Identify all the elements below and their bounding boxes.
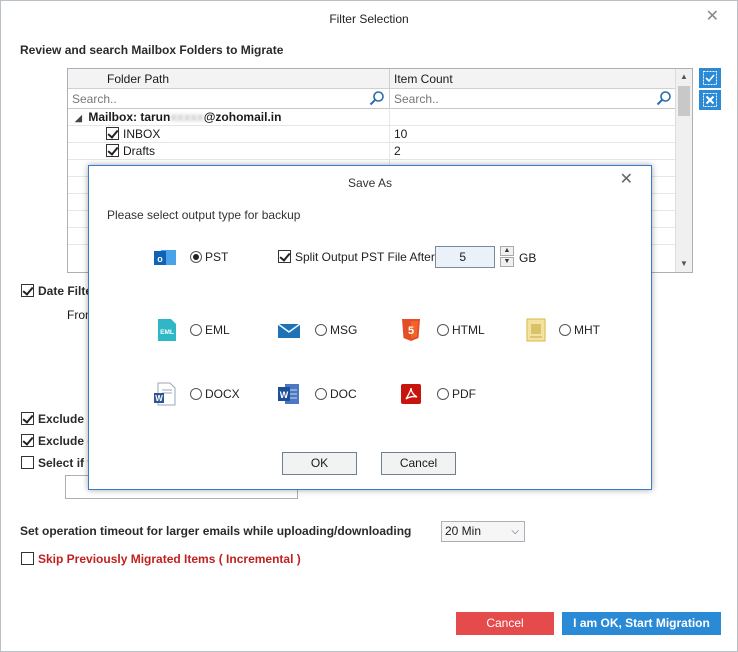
pst-radio[interactable]	[190, 251, 202, 263]
count-search-input[interactable]: Search..	[390, 89, 676, 109]
exclude-checkbox-1[interactable]	[21, 412, 34, 425]
select-if-checkbox[interactable]	[21, 456, 34, 469]
save-as-dialog: Save As ✕ Please select output type for …	[88, 165, 652, 490]
ok-button[interactable]: OK	[282, 452, 357, 475]
split-label: Split Output PST File After:	[295, 250, 439, 264]
window-close-icon[interactable]: ✕	[706, 6, 719, 26]
doc-label: DOC	[330, 387, 357, 401]
msg-envelope-icon	[277, 323, 301, 338]
date-filter-option[interactable]: Date Filter	[21, 284, 97, 298]
folder-checkbox[interactable]	[106, 127, 119, 140]
docx-label: DOCX	[205, 387, 240, 401]
mht-radio[interactable]	[559, 324, 571, 336]
grid-scrollbar[interactable]: ▲ ▼	[675, 69, 692, 272]
doc-radio[interactable]	[315, 388, 327, 400]
collapse-triangle-icon[interactable]: ◢	[75, 110, 85, 127]
eml-label: EML	[205, 323, 230, 337]
pdf-radio[interactable]	[437, 388, 449, 400]
msg-label: MSG	[330, 323, 358, 337]
folder-search-input[interactable]: Search..	[68, 89, 390, 109]
pdf-label: PDF	[452, 387, 476, 401]
mht-label: MHT	[574, 323, 600, 337]
folder-name: Drafts	[123, 144, 156, 158]
folder-checkbox[interactable]	[106, 144, 119, 157]
skip-migrated-checkbox[interactable]	[21, 552, 34, 565]
dialog-close-icon[interactable]: ✕	[620, 169, 633, 189]
dialog-prompt: Please select output type for backup	[107, 208, 301, 222]
folder-count: 2	[394, 144, 401, 158]
eml-radio[interactable]	[190, 324, 202, 336]
dialog-cancel-button[interactable]: Cancel	[381, 452, 456, 475]
folder-count: 10	[394, 127, 408, 141]
docx-file-icon: W	[154, 382, 176, 406]
uncheck-all-icon	[703, 93, 717, 107]
dialog-title: Save As	[347, 176, 393, 190]
folder-search-placeholder: Search..	[72, 92, 117, 106]
chevron-down-icon: ⌵	[511, 526, 519, 537]
search-icon[interactable]	[369, 90, 385, 106]
scroll-down-icon[interactable]: ▼	[676, 256, 692, 272]
svg-text:EML: EML	[160, 329, 174, 336]
mailbox-row[interactable]: ◢ Mailbox: tarunxxxxx@zohomail.in	[68, 109, 676, 126]
select-all-button[interactable]	[699, 68, 721, 88]
msg-radio[interactable]	[315, 324, 327, 336]
mailbox-label: Mailbox: tarun	[88, 110, 171, 124]
timeout-label: Set operation timeout for larger emails …	[20, 524, 412, 538]
exclude-checkbox-2[interactable]	[21, 434, 34, 447]
svg-text:o: o	[157, 254, 163, 264]
cancel-button[interactable]: Cancel	[456, 612, 554, 635]
table-row[interactable]: INBOX 10	[68, 126, 676, 143]
skip-migrated-label: Skip Previously Migrated Items ( Increme…	[38, 552, 301, 566]
html-label: HTML	[452, 323, 485, 337]
doc-file-icon: W	[278, 384, 299, 404]
outlook-pst-icon: o	[154, 250, 176, 265]
skip-migrated-option[interactable]: Skip Previously Migrated Items ( Increme…	[21, 552, 301, 566]
split-option[interactable]: Split Output PST File After:	[278, 250, 438, 264]
scroll-up-icon[interactable]: ▲	[676, 69, 692, 85]
search-icon[interactable]	[656, 90, 672, 106]
scroll-thumb[interactable]	[678, 86, 690, 116]
split-checkbox[interactable]	[278, 250, 291, 263]
spin-down-icon[interactable]: ▼	[500, 257, 514, 267]
check-all-icon	[703, 71, 717, 85]
folder-name: INBOX	[123, 127, 161, 141]
svg-text:5: 5	[408, 325, 414, 337]
docx-radio[interactable]	[190, 388, 202, 400]
column-header-item-count[interactable]: Item Count	[390, 69, 676, 89]
start-migration-button[interactable]: I am OK, Start Migration	[562, 612, 721, 635]
timeout-select[interactable]: 20 Min ⌵	[441, 521, 525, 542]
svg-text:W: W	[280, 390, 289, 400]
date-filter-checkbox[interactable]	[21, 284, 34, 297]
spin-up-icon[interactable]: ▲	[500, 246, 514, 256]
table-row[interactable]: Drafts 2	[68, 143, 676, 160]
mht-file-icon	[526, 318, 546, 342]
split-size-input[interactable]: 5	[435, 246, 495, 268]
html5-icon: 5	[402, 319, 420, 341]
mailbox-masked: xxxxx	[170, 110, 204, 124]
section-title: Review and search Mailbox Folders to Mig…	[20, 43, 284, 57]
html-radio[interactable]	[437, 324, 449, 336]
svg-text:W: W	[155, 394, 163, 403]
eml-file-icon: EML	[158, 319, 176, 341]
column-header-folder-path[interactable]: Folder Path	[68, 69, 390, 89]
count-search-placeholder: Search..	[394, 92, 439, 106]
timeout-value: 20 Min	[445, 524, 482, 538]
pst-label: PST	[205, 250, 229, 264]
deselect-all-button[interactable]	[699, 90, 721, 110]
window-title: Filter Selection	[329, 12, 409, 26]
grid-header: Folder Path Item Count	[68, 69, 676, 89]
split-unit: GB	[519, 251, 537, 265]
pdf-file-icon	[401, 384, 421, 404]
filter-selection-window: Filter Selection ✕ Review and search Mai…	[0, 0, 738, 652]
mailbox-domain: @zohomail.in	[203, 110, 282, 124]
